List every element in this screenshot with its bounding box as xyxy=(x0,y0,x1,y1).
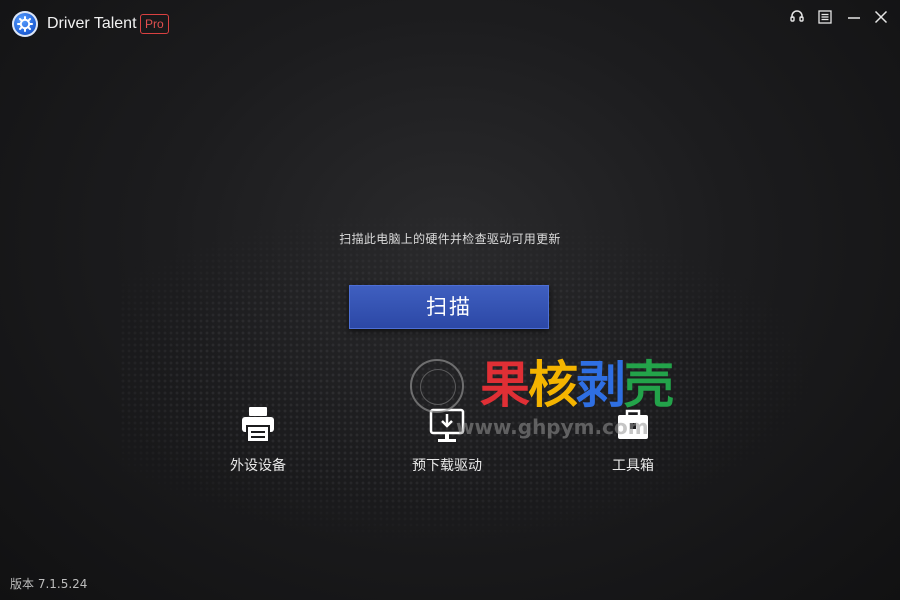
watermark-char: 剥 xyxy=(576,355,626,414)
printer-icon xyxy=(240,405,276,445)
close-icon[interactable] xyxy=(869,6,893,28)
app-window: Driver Talent Pro 扫描此电脑上的硬件并检查驱动可用更新 扫描 … xyxy=(0,0,900,600)
scan-hint-text: 扫描此电脑上的硬件并检查驱动可用更新 xyxy=(339,232,561,246)
pro-badge: Pro xyxy=(140,14,169,34)
gear-icon xyxy=(12,11,38,37)
feature-label: 外设设备 xyxy=(230,458,286,474)
feature-peripherals[interactable]: 外设设备 xyxy=(193,405,323,475)
feature-label: 预下载驱动 xyxy=(412,458,482,474)
menu-icon[interactable] xyxy=(813,6,837,28)
title-bar: Driver Talent Pro xyxy=(0,0,900,46)
watermark-char: 果 xyxy=(480,355,530,414)
support-headset-icon[interactable] xyxy=(785,6,809,28)
watermark-url: www.ghpym.com xyxy=(456,415,649,439)
watermark-logo-text: 果核剥壳 xyxy=(480,355,674,415)
watermark-seal-icon xyxy=(410,359,464,413)
watermark: 果核剥壳 www.ghpym.com xyxy=(408,355,698,445)
minimize-icon[interactable] xyxy=(842,6,866,28)
watermark-char: 核 xyxy=(528,355,578,414)
version-text: 版本 7.1.5.24 xyxy=(10,577,88,591)
watermark-char: 壳 xyxy=(624,355,674,414)
app-title: Driver Talent xyxy=(47,15,137,32)
feature-label: 工具箱 xyxy=(612,458,654,474)
scan-button[interactable]: 扫描 xyxy=(349,285,549,329)
